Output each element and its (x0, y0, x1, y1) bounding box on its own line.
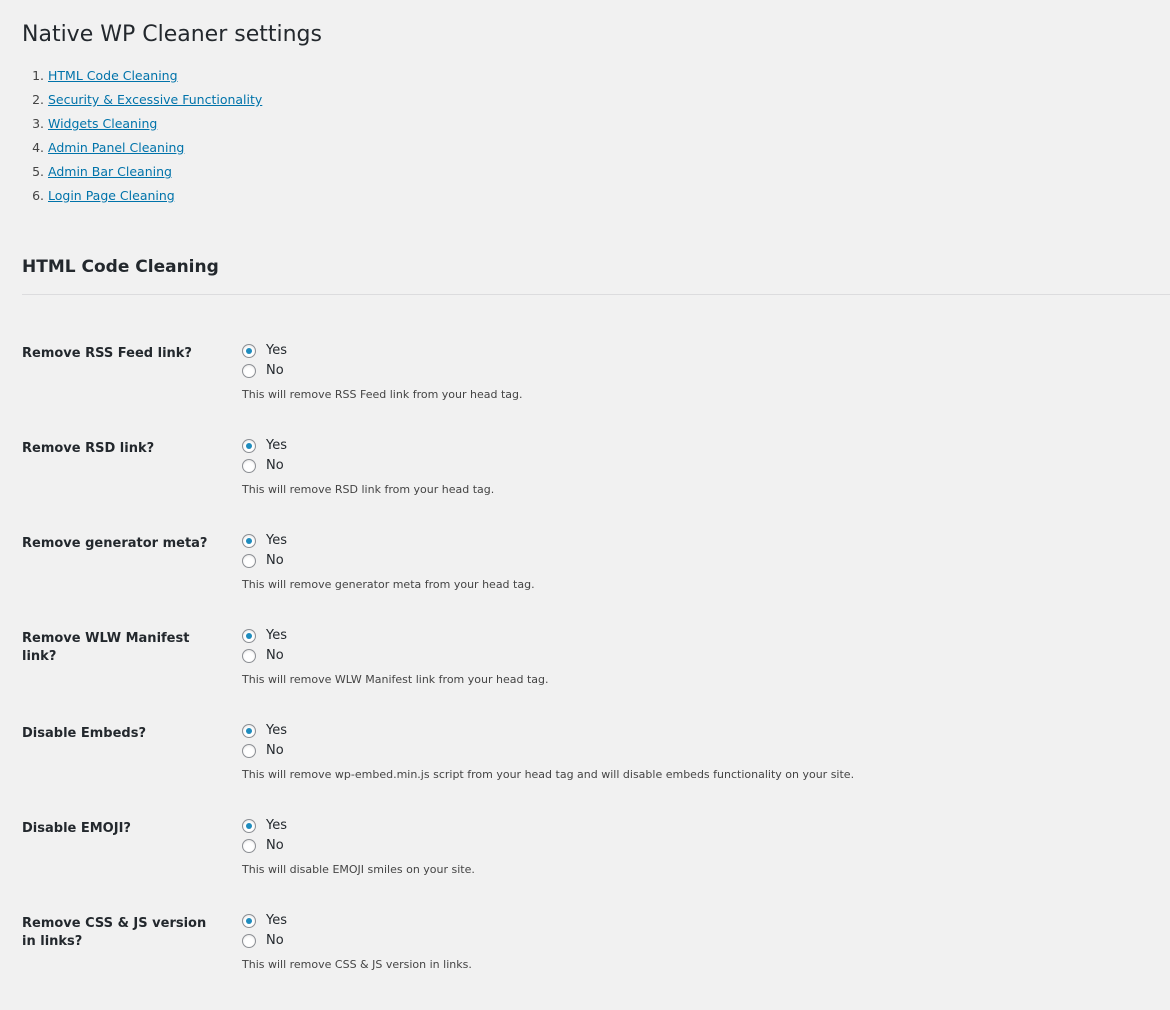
setting-row-remove-generator-meta: Remove generator meta? Yes No This will … (22, 533, 1170, 630)
setting-row-remove-css-js-version: Remove CSS & JS version in links? Yes No… (22, 913, 1170, 1010)
radio-no-label: No (266, 553, 284, 568)
setting-field: Yes No This will remove RSD link from yo… (242, 436, 494, 498)
radio-option-yes[interactable]: Yes (242, 816, 475, 836)
radio-option-no[interactable]: No (242, 836, 475, 856)
radio-option-no[interactable]: No (242, 741, 854, 761)
toc-item-security: Security & Excessive Functionality (48, 88, 262, 112)
radio-option-no[interactable]: No (242, 361, 523, 381)
setting-description: This will remove WLW Manifest link from … (242, 673, 549, 686)
radio-yes-label: Yes (266, 818, 287, 833)
setting-row-remove-wlw-manifest: Remove WLW Manifest link? Yes No This wi… (22, 628, 1170, 725)
table-of-contents: HTML Code Cleaning Security & Excessive … (22, 64, 262, 208)
radio-option-no[interactable]: No (242, 646, 548, 666)
radio-yes[interactable] (242, 344, 256, 358)
setting-description: This will remove CSS & JS version in lin… (242, 958, 472, 971)
toc-link-security[interactable]: Security & Excessive Functionality (48, 92, 262, 107)
toc-link-html-code-cleaning[interactable]: HTML Code Cleaning (48, 68, 178, 83)
radio-yes[interactable] (242, 819, 256, 833)
setting-description: This will remove generator meta from you… (242, 578, 535, 591)
radio-no-label: No (266, 743, 284, 758)
radio-yes[interactable] (242, 439, 256, 453)
radio-yes-label: Yes (266, 343, 287, 358)
radio-option-yes[interactable]: Yes (242, 911, 472, 931)
toc-link-admin-panel-cleaning[interactable]: Admin Panel Cleaning (48, 140, 184, 155)
radio-yes[interactable] (242, 534, 256, 548)
setting-field: Yes No This will disable EMOJI smiles on… (242, 816, 475, 878)
toc-link-admin-bar-cleaning[interactable]: Admin Bar Cleaning (48, 164, 172, 179)
radio-no-label: No (266, 458, 284, 473)
setting-field: Yes No This will remove generator meta f… (242, 531, 535, 593)
section-title: HTML Code Cleaning (22, 257, 219, 277)
setting-label: Disable EMOJI? (22, 821, 131, 836)
setting-row-disable-embeds: Disable Embeds? Yes No This will remove … (22, 723, 1170, 820)
radio-option-yes[interactable]: Yes (242, 626, 548, 646)
radio-no[interactable] (242, 554, 256, 568)
setting-row-remove-rss-feed: Remove RSS Feed link? Yes No This will r… (22, 343, 1170, 440)
toc-item-login-page-cleaning: Login Page Cleaning (48, 184, 262, 208)
radio-yes-label: Yes (266, 723, 287, 738)
radio-no[interactable] (242, 364, 256, 378)
toc-link-login-page-cleaning[interactable]: Login Page Cleaning (48, 188, 175, 203)
radio-option-no[interactable]: No (242, 551, 535, 571)
toc-item-admin-panel-cleaning: Admin Panel Cleaning (48, 136, 262, 160)
setting-label: Remove WLW Manifest link? (22, 631, 190, 664)
setting-field: Yes No This will remove wp-embed.min.js … (242, 721, 854, 783)
radio-option-no[interactable]: No (242, 456, 494, 476)
radio-no-label: No (266, 933, 284, 948)
radio-yes-label: Yes (266, 438, 287, 453)
radio-no-label: No (266, 838, 284, 853)
setting-field: Yes No This will remove RSS Feed link fr… (242, 341, 523, 403)
radio-yes[interactable] (242, 629, 256, 643)
radio-option-no[interactable]: No (242, 931, 472, 951)
radio-yes-label: Yes (266, 533, 287, 548)
page-title: Native WP Cleaner settings (22, 22, 322, 47)
toc-item-admin-bar-cleaning: Admin Bar Cleaning (48, 160, 262, 184)
setting-label: Remove RSS Feed link? (22, 346, 192, 361)
setting-label: Remove RSD link? (22, 441, 155, 456)
radio-no[interactable] (242, 839, 256, 853)
section-divider (22, 294, 1170, 295)
setting-field: Yes No This will remove WLW Manifest lin… (242, 626, 548, 688)
radio-no[interactable] (242, 649, 256, 663)
setting-description: This will disable EMOJI smiles on your s… (242, 863, 475, 876)
toc-item-html-code-cleaning: HTML Code Cleaning (48, 64, 262, 88)
setting-description: This will remove RSD link from your head… (242, 483, 495, 496)
radio-option-yes[interactable]: Yes (242, 436, 494, 456)
radio-option-yes[interactable]: Yes (242, 721, 854, 741)
setting-label: Disable Embeds? (22, 726, 146, 741)
radio-no[interactable] (242, 934, 256, 948)
setting-label: Remove generator meta? (22, 536, 208, 551)
radio-no-label: No (266, 363, 284, 378)
setting-field: Yes No This will remove CSS & JS version… (242, 911, 472, 973)
radio-no[interactable] (242, 459, 256, 473)
radio-yes-label: Yes (266, 628, 287, 643)
setting-description: This will remove wp-embed.min.js script … (242, 768, 855, 781)
toc-item-widgets-cleaning: Widgets Cleaning (48, 112, 262, 136)
radio-yes[interactable] (242, 914, 256, 928)
radio-option-yes[interactable]: Yes (242, 531, 535, 551)
setting-description: This will remove RSS Feed link from your… (242, 388, 523, 401)
radio-no[interactable] (242, 744, 256, 758)
setting-row-disable-emoji: Disable EMOJI? Yes No This will disable … (22, 818, 1170, 915)
setting-row-remove-rsd: Remove RSD link? Yes No This will remove… (22, 438, 1170, 535)
radio-no-label: No (266, 648, 284, 663)
radio-yes[interactable] (242, 724, 256, 738)
setting-label: Remove CSS & JS version in links? (22, 916, 207, 949)
toc-link-widgets-cleaning[interactable]: Widgets Cleaning (48, 116, 157, 131)
radio-yes-label: Yes (266, 913, 287, 928)
radio-option-yes[interactable]: Yes (242, 341, 523, 361)
